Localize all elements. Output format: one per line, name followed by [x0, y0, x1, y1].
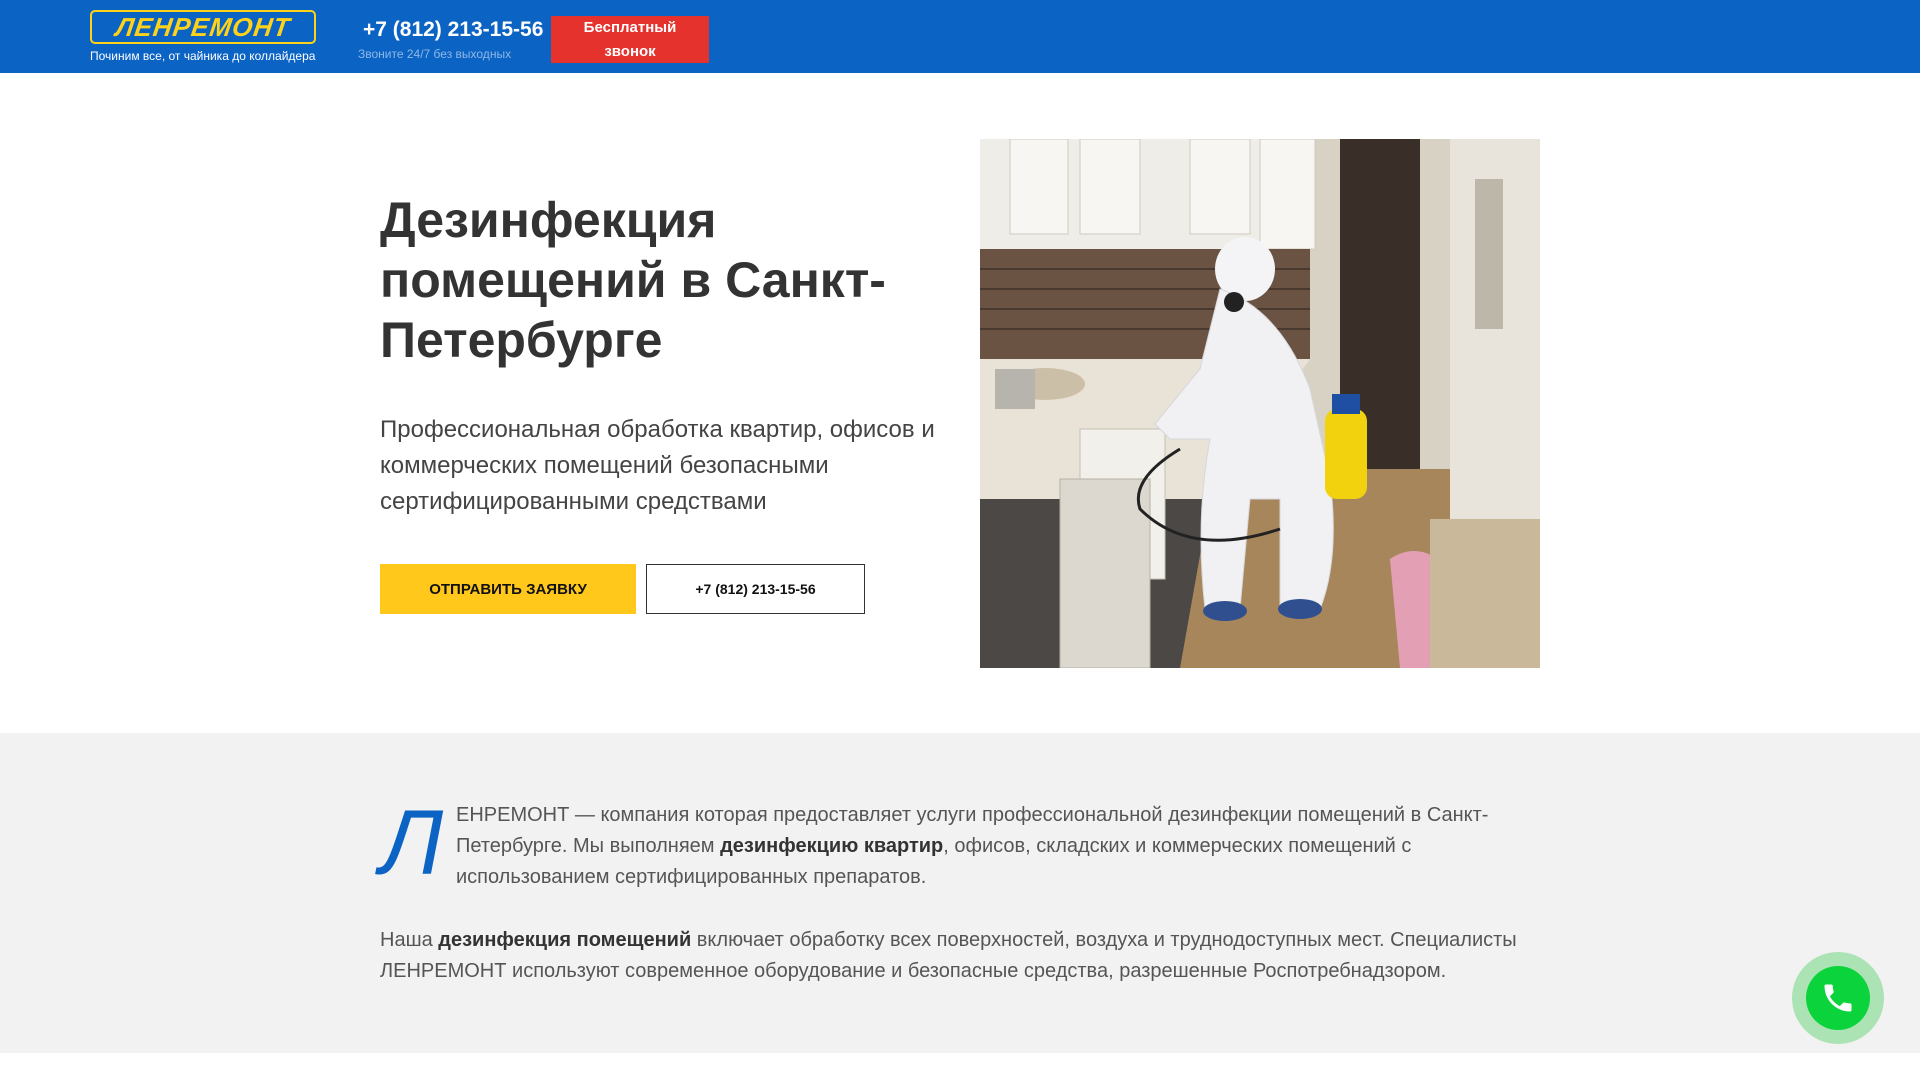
disinfection-worker-photo [980, 139, 1540, 668]
info-section [0, 733, 1920, 1053]
floating-call-button[interactable] [1806, 966, 1870, 1030]
logo-text: ЛЕНРЕМОНТ [113, 11, 293, 42]
tagline: Починим все, от чайника до коллайдера [90, 49, 316, 63]
phone-note: Звоните 24/7 без выходных [358, 47, 512, 61]
service-bold: дезинфекция помещений [438, 929, 692, 951]
phone-button[interactable]: +7 (812) 213-15-56 [646, 564, 865, 614]
send-request-button[interactable]: ОТПРАВИТЬ ЗАЯВКУ [380, 564, 636, 614]
phone-icon [1824, 984, 1852, 1012]
intro-bold: дезинфекцию квартир [720, 835, 944, 857]
hero-subtitle: Профессиональная обработка квартир, офис… [380, 416, 935, 515]
logo[interactable]: ЛЕНРЕМОНТ [90, 10, 316, 44]
header-phone[interactable]: +7 (812) 213-15-56 [363, 18, 543, 42]
free-callback-button[interactable]: Бесплатный звонок [551, 16, 709, 63]
service-paragraph: Наша дезинфекция помещений включает обра… [380, 925, 1530, 987]
site-header: ЛЕНРЕМОНТ Починим все, от чайника до кол… [0, 0, 1920, 73]
photo-illustration [980, 139, 1540, 668]
dropcap-letter: Л [380, 792, 444, 894]
page-title: Дезинфекция помещений в Санкт-Петербурге [380, 192, 886, 368]
service-text-1: Наша [380, 929, 439, 951]
intro-paragraph: ЕНРЕМОНТ — компания которая предоставляе… [456, 800, 1520, 893]
